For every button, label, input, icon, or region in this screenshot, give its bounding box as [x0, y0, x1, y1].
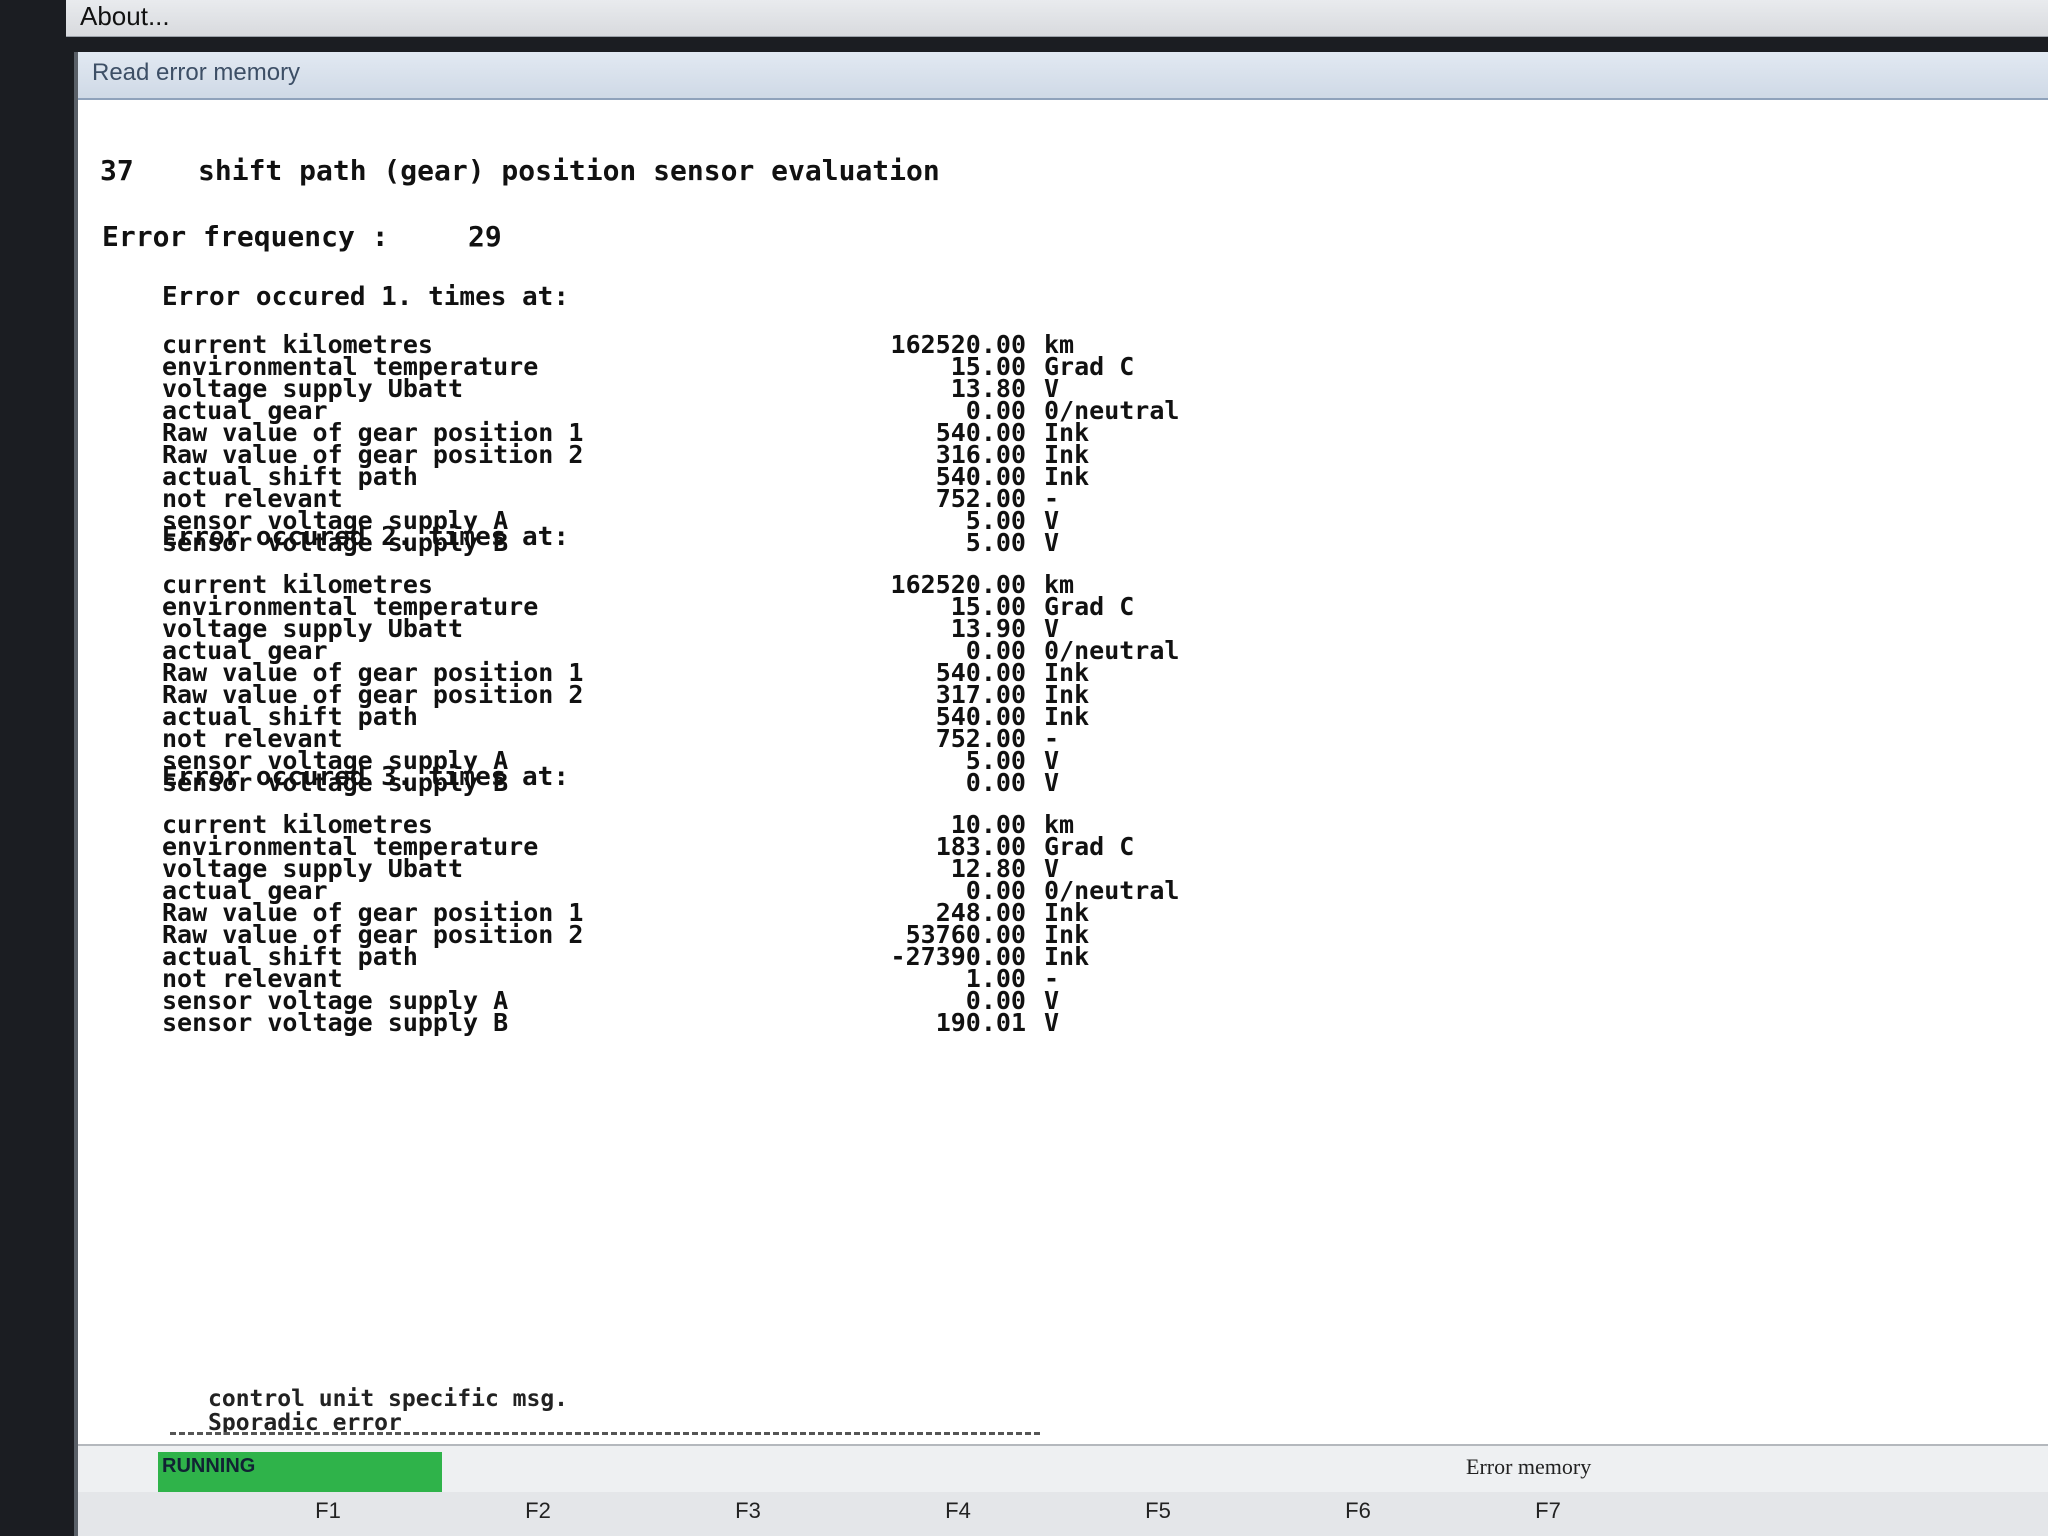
screen-title: Error memory — [1466, 1454, 1592, 1479]
menu-about[interactable]: About... — [80, 0, 170, 32]
row-unit: V — [1044, 528, 1060, 557]
error-code: 37 — [100, 154, 134, 187]
function-key-f5[interactable]: F5 — [1098, 1498, 1218, 1524]
data-row: sensor voltage supply B 190.01 V — [78, 1008, 2048, 1037]
error-title: shift path (gear) position sensor evalua… — [198, 154, 940, 187]
row-unit: V — [1044, 768, 1060, 797]
separator-line — [170, 1432, 1040, 1439]
function-key-f2[interactable]: F2 — [478, 1498, 598, 1524]
error-frequency-label: Error frequency : — [102, 220, 389, 253]
menu-bar: About... — [66, 0, 2048, 37]
function-key-f3[interactable]: F3 — [688, 1498, 808, 1524]
function-key-f7[interactable]: F7 — [1488, 1498, 1608, 1524]
window-title: Read error memory — [92, 59, 301, 86]
error-memory-window: Read error memory 37 shift path (gear) p… — [74, 52, 2048, 1536]
row-unit: V — [1044, 1008, 1060, 1037]
row-value: 5.00 — [965, 528, 1026, 557]
function-key-f1[interactable]: F1 — [268, 1498, 388, 1524]
row-value: 190.01 — [935, 1008, 1026, 1037]
occurrence-heading: Error occured 3. times at: — [162, 762, 569, 792]
error-detail-panel[interactable]: 37 shift path (gear) position sensor eva… — [78, 102, 2048, 1467]
title-bar: Read error memory — [78, 52, 2048, 100]
row-label: sensor voltage supply B — [162, 1008, 509, 1037]
function-key-bar: F1 F2 F3 F4 F5 F6 F7 — [78, 1492, 2048, 1536]
status-bar: RUNNING Error memory — [78, 1444, 2048, 1496]
function-key-f6[interactable]: F6 — [1298, 1498, 1418, 1524]
control-unit-message: control unit specific msg. — [208, 1386, 569, 1412]
running-status-badge: RUNNING — [158, 1452, 442, 1496]
occurrence-heading: Error occured 2. times at: — [162, 522, 569, 552]
error-frequency-value: 29 — [468, 220, 502, 253]
row-value: 0.00 — [965, 768, 1026, 797]
function-key-f4[interactable]: F4 — [898, 1498, 1018, 1524]
occurrence-heading: Error occured 1. times at: — [162, 282, 569, 312]
